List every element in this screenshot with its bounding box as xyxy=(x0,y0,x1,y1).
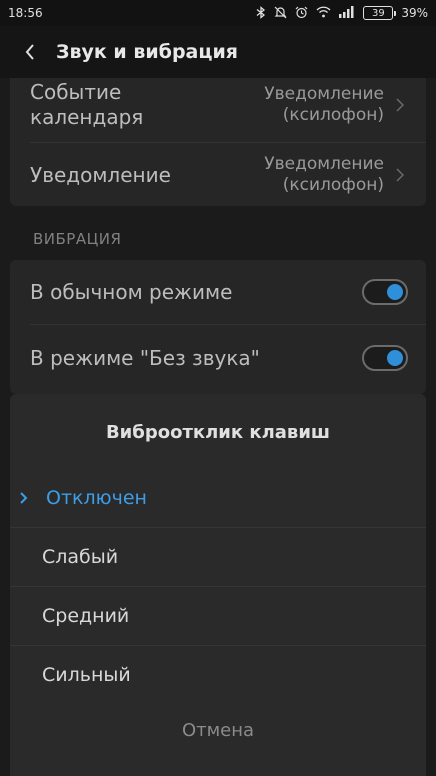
setting-label: Уведомление xyxy=(30,162,171,187)
setting-label: В обычном режиме xyxy=(30,279,233,304)
wifi-icon xyxy=(316,6,331,20)
option-label: Слабый xyxy=(42,546,119,568)
dialog-title: Виброотклик клавиш xyxy=(105,422,331,443)
status-icons: 39 39% xyxy=(256,5,428,21)
ringtones-card: Событие календаря Уведомление (ксилофон)… xyxy=(10,64,426,206)
toggle-knob xyxy=(387,284,403,300)
setting-vibrate-silent[interactable]: В режиме "Без звука" xyxy=(10,326,426,390)
toggle-knob xyxy=(387,350,403,366)
page-title: Звук и вибрация xyxy=(56,41,238,63)
setting-value: Уведомление (ксилофон) xyxy=(264,154,384,197)
divider xyxy=(30,324,426,325)
option-off[interactable]: Отключен xyxy=(10,472,426,524)
chevron-right-icon xyxy=(396,168,408,182)
section-header-vibration: ВИБРАЦИЯ xyxy=(33,230,122,248)
cancel-button[interactable]: Отмена xyxy=(10,720,426,741)
divider xyxy=(30,142,426,143)
alarm-icon xyxy=(295,6,308,21)
option-label: Отключен xyxy=(46,487,147,509)
setting-label: Событие календаря xyxy=(30,80,143,130)
divider xyxy=(10,527,426,528)
battery-level: 39 xyxy=(371,7,385,19)
setting-value: Уведомление (ксилофон) xyxy=(264,84,384,127)
setting-label: В режиме "Без звука" xyxy=(30,345,260,370)
setting-value-line1: Уведомление xyxy=(264,83,384,104)
status-time: 18:56 xyxy=(8,6,43,20)
haptic-feedback-dialog: Виброотклик клавиш Отключен Слабый Средн… xyxy=(10,394,426,776)
setting-value-line1: Уведомление xyxy=(264,153,384,174)
setting-calendar-event[interactable]: Событие календаря Уведомление (ксилофон) xyxy=(10,72,426,138)
setting-label-line1: Событие xyxy=(30,80,122,104)
setting-label-line2: календаря xyxy=(30,105,144,129)
divider xyxy=(10,586,426,587)
chevron-right-icon xyxy=(396,98,408,112)
vibrate-normal-toggle[interactable] xyxy=(362,279,408,305)
option-strong[interactable]: Сильный xyxy=(10,649,426,701)
mute-icon xyxy=(274,6,287,21)
chevron-check-icon xyxy=(20,492,38,504)
battery-icon: 39 xyxy=(363,6,397,20)
battery-percent: 39% xyxy=(401,6,428,20)
setting-value-line2: (ксилофон) xyxy=(282,105,384,125)
vibrate-silent-toggle[interactable] xyxy=(362,345,408,371)
option-label: Сильный xyxy=(42,664,131,686)
option-weak[interactable]: Слабый xyxy=(10,531,426,583)
back-arrow-icon[interactable] xyxy=(24,41,46,63)
option-label: Средний xyxy=(42,605,130,627)
app-bar: Звук и вибрация xyxy=(0,26,436,78)
vibration-card: В обычном режиме В режиме "Без звука" xyxy=(10,260,426,394)
bluetooth-icon xyxy=(256,5,266,21)
status-bar: 18:56 39 39% xyxy=(0,0,436,26)
setting-vibrate-normal[interactable]: В обычном режиме xyxy=(10,260,426,324)
setting-value-line2: (ксилофон) xyxy=(282,175,384,195)
divider xyxy=(10,645,426,646)
signal-icon xyxy=(339,6,355,20)
setting-notification[interactable]: Уведомление Уведомление (ксилофон) xyxy=(10,146,426,204)
option-medium[interactable]: Средний xyxy=(10,590,426,642)
